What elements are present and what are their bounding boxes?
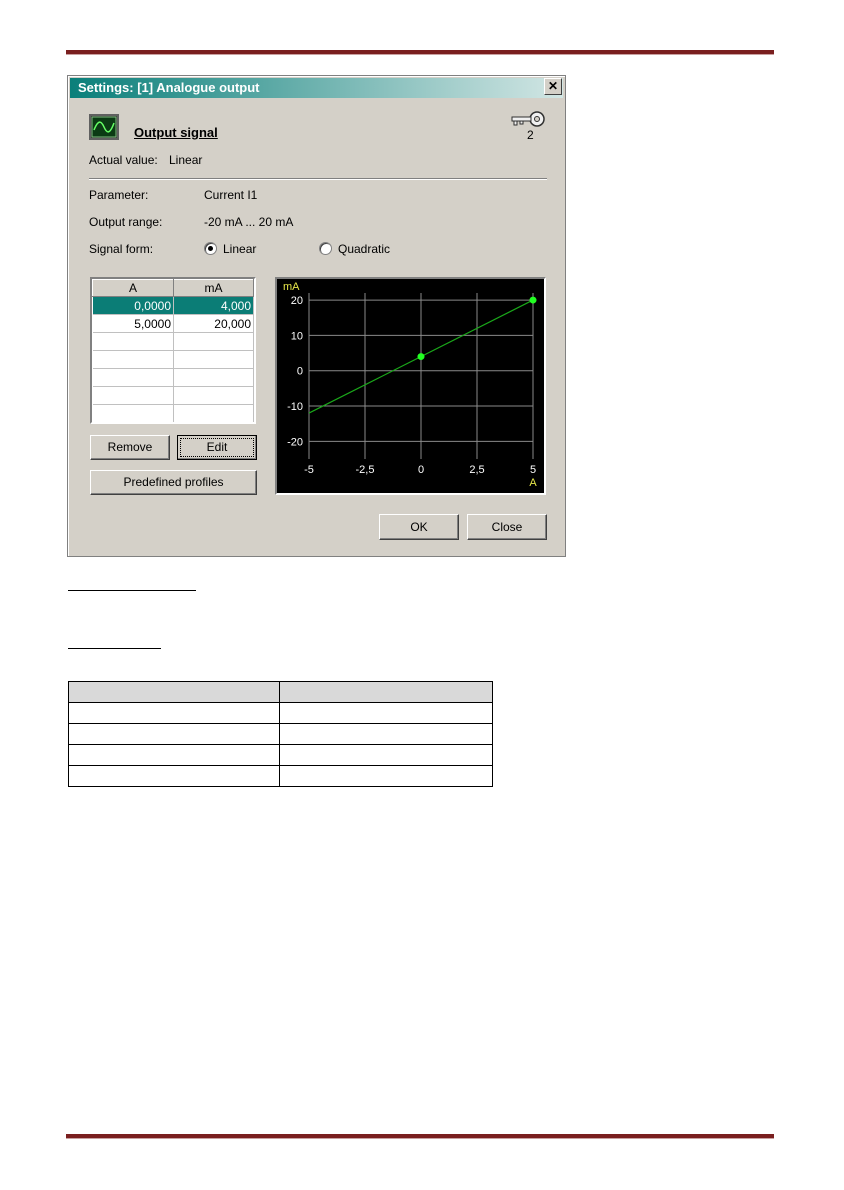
value-table[interactable]: A mA 0,0000 4,000 5,0000 20,000 [90,277,256,424]
chart-y-tick-label: 20 [291,295,303,307]
chart-canvas: -5 -2,5 0 2,5 5 20 10 0 -10 -20 mA A [283,281,537,489]
table-row [68,681,493,703]
predefined-profiles-button[interactable]: Predefined profiles [90,470,257,495]
table-cell[interactable] [173,332,254,351]
radio-linear-label: Linear [223,242,257,256]
chart-y-tick-label: 10 [291,330,303,342]
table-row[interactable] [92,350,254,369]
edit-button[interactable]: Edit [177,435,257,460]
table-row[interactable]: 0,0000 4,000 [92,296,254,315]
table-cell[interactable] [92,368,174,387]
output-chart: -5 -2,5 0 2,5 5 20 10 0 -10 -20 mA A [275,277,546,495]
radio-linear[interactable]: Linear [204,242,256,256]
table-row [68,702,493,724]
table-cell[interactable] [173,350,254,369]
table-row [68,765,493,787]
table-cell[interactable]: 5,0000 [92,314,174,333]
chart-data-point [529,296,537,304]
table-cell [279,744,493,766]
page-header-rule [66,50,774,55]
table-row[interactable] [92,332,254,351]
remove-button[interactable]: Remove [90,435,170,460]
settings-dialog: Settings: [1] Analogue output ✕ Output s… [67,75,566,557]
table-cell[interactable] [173,404,254,422]
table-cell[interactable] [92,350,174,369]
chart-y-tick-label: 0 [297,366,303,378]
parameter-label: Parameter: [89,188,149,202]
table-cell [68,744,280,766]
table-row[interactable]: 5,0000 20,000 [92,314,254,333]
table-cell [68,702,280,724]
table-cell [279,723,493,745]
close-icon[interactable]: ✕ [544,78,562,95]
table-cell [279,702,493,724]
table-row[interactable] [92,404,254,422]
table-cell [68,765,280,787]
column-header-a[interactable]: A [92,279,174,297]
radio-quadratic-label: Quadratic [338,242,391,256]
chart-x-axis-label: A [529,477,537,489]
output-range-label: Output range: [89,215,163,229]
signal-form-label: Signal form: [89,242,154,256]
parameter-value: Current I1 [204,188,258,202]
chart-x-tick-label: 5 [530,464,536,476]
chart-y-tick-label: -10 [287,401,303,413]
chart-x-tick-label: 0 [418,464,424,476]
table-cell[interactable] [92,386,174,405]
section-title: Output signal [134,125,218,140]
table-cell [279,765,493,787]
ok-button[interactable]: OK [379,514,459,540]
close-button[interactable]: Close [467,514,547,540]
column-header-ma[interactable]: mA [173,279,254,297]
dialog-title: Settings: [1] Analogue output [78,80,260,95]
table-row [68,723,493,745]
oscilloscope-icon [89,114,119,140]
actual-value-label: Actual value: [89,153,158,167]
access-level: 2 [527,128,534,142]
radio-linear-indicator[interactable] [204,242,217,255]
chart-x-tick-label: -5 [304,464,314,476]
chart-x-tick-label: -2,5 [356,464,375,476]
table-cell[interactable]: 0,0000 [92,296,174,315]
table-cell[interactable]: 20,000 [173,314,254,333]
table-row[interactable] [92,386,254,405]
radio-quadratic[interactable]: Quadratic [319,242,390,256]
table-cell[interactable]: 4,000 [173,296,254,315]
document-table [68,681,493,787]
heading-underline-2 [68,648,161,649]
separator [89,178,547,180]
page-footer-rule [66,1134,774,1139]
actual-value: Linear [169,153,203,167]
table-cell [68,681,280,703]
table-cell [279,681,493,703]
table-row[interactable] [92,368,254,387]
table-cell[interactable] [173,386,254,405]
table-cell[interactable] [92,404,174,422]
chart-x-tick-label: 2,5 [469,464,484,476]
chart-y-axis-label: mA [283,281,300,293]
table-row [68,744,493,766]
heading-underline-1 [68,590,196,591]
table-cell [68,723,280,745]
output-range-value: -20 mA ... 20 mA [204,215,294,229]
table-cell[interactable] [173,368,254,387]
table-cell[interactable] [92,332,174,351]
chart-y-tick-label: -20 [287,436,303,448]
chart-data-point [417,353,425,361]
dialog-titlebar: Settings: [1] Analogue output [70,78,563,98]
radio-quadratic-indicator[interactable] [319,242,332,255]
